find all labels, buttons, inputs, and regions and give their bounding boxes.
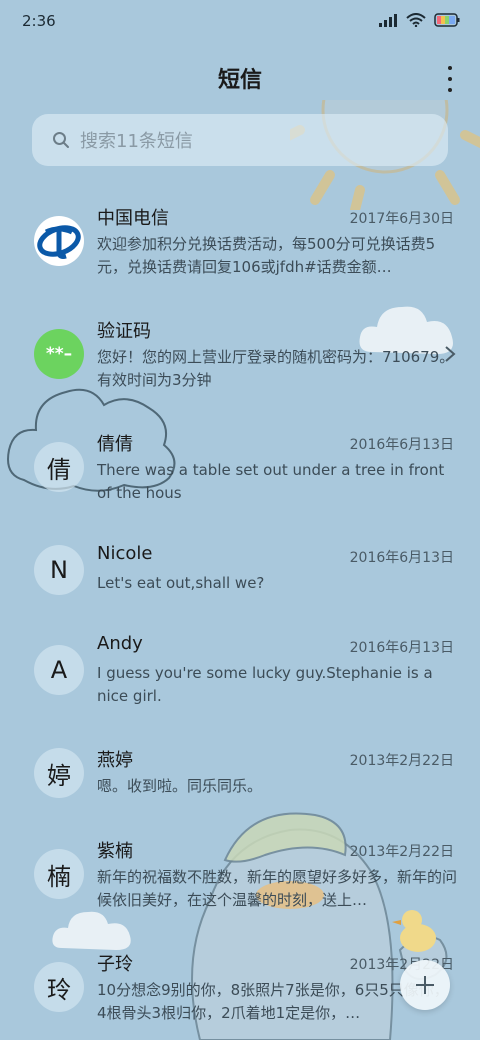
message-preview: 欢迎参加积分兑换话费活动，每500分可兑换话费5元，兑换话费请回复106或jfd… [97,235,436,276]
message-preview: 您好！您的网上营业厅登录的随机密码为：710679。有效时间为3分钟 [97,348,455,389]
avatar: N [34,545,84,595]
message-preview: There was a table set out under a tree i… [97,461,445,502]
message-preview: 嗯。收到啦。同乐同乐。 [97,777,263,795]
sender-name: 倩倩 [97,434,133,455]
status-bar: 2:36 [0,0,480,44]
sender-name: 燕婷 [97,750,133,771]
plus-icon [416,976,434,994]
message-preview: I guess you're some lucky guy.Stephanie … [97,664,433,705]
new-message-button[interactable] [400,960,450,1010]
more-options-button[interactable] [444,66,456,92]
page-title: 短信 [217,68,262,93]
message-date: 2017年6月30日 [349,211,454,227]
avatar: **– [34,329,84,379]
list-item[interactable]: **– 验证码 您好！您的网上营业厅登录的随机密码为：710679。有效时间为3… [0,307,480,417]
sender-name: 验证码 [97,321,151,342]
avatar-text: N [50,556,68,584]
sender-name: Nicole [97,543,153,564]
avatar-text: A [50,656,68,684]
sender-name: 紫楠 [97,841,133,862]
chevron-right-icon [445,346,456,362]
header: 短信 [0,56,480,102]
signal-icon [379,14,397,27]
avatar [34,216,84,266]
status-time: 2:36 [22,12,56,30]
message-date: 2016年6月13日 [349,640,454,656]
china-telecom-logo-icon [37,225,81,259]
avatar: 婷 [34,748,84,798]
sender-name: Andy [97,633,143,654]
status-icons [378,13,460,27]
avatar: 倩 [34,442,84,492]
avatar-text: 婷 [47,761,71,790]
battery-icon [434,13,460,27]
avatar: 玲 [34,962,84,1012]
message-preview: Let's eat out,shall we? [97,574,265,592]
avatar-text: 倩 [47,455,71,484]
message-preview: 新年的祝福数不胜数，新年的愿望好多好多，新年的问候依旧美好，在这个温馨的时刻，送… [97,868,457,909]
avatar-text: 楠 [47,862,71,891]
sender-name: 子玲 [97,954,133,975]
list-item[interactable]: 中国电信 2017年6月30日 欢迎参加积分兑换话费活动，每500分可兑换话费5… [0,194,480,304]
avatar-text: 玲 [47,975,71,1004]
message-date: 2013年2月22日 [349,844,454,860]
message-date: 2016年6月13日 [349,437,454,453]
search-input[interactable]: 搜索11条短信 [32,114,448,166]
search-placeholder: 搜索11条短信 [80,131,193,152]
list-item[interactable]: A Andy 2016年6月13日 I guess you're some lu… [0,623,480,733]
list-item[interactable]: 楠 紫楠 2013年2月22日 新年的祝福数不胜数，新年的愿望好多好多，新年的问… [0,827,480,937]
message-date: 2013年2月22日 [349,753,454,769]
avatar-text: **– [45,344,73,364]
more-vertical-icon [448,66,452,70]
avatar: 楠 [34,849,84,899]
avatar: A [34,645,84,695]
message-date: 2016年6月13日 [349,550,454,566]
wifi-icon [406,13,426,27]
list-item[interactable]: 倩 倩倩 2016年6月13日 There was a table set ou… [0,420,480,530]
search-icon [53,132,69,148]
sender-name: 中国电信 [97,208,169,229]
